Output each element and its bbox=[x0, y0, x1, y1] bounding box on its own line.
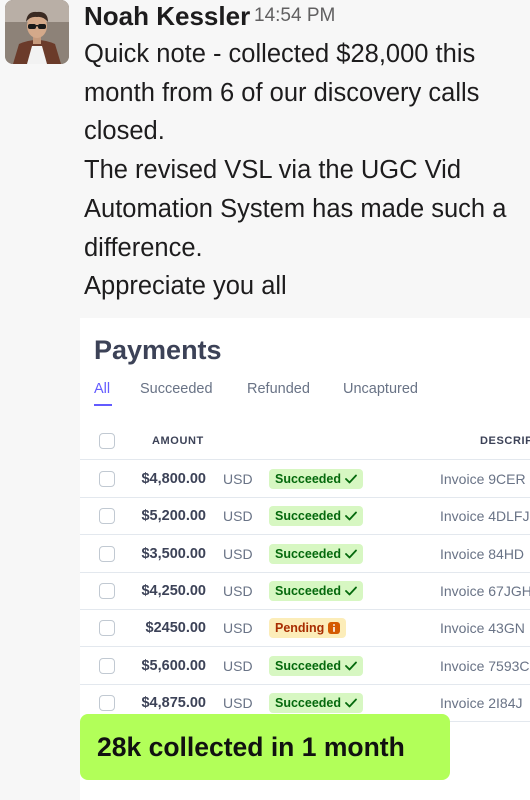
row-amount: $4,875.00 bbox=[141, 694, 206, 711]
tab-uncaptured[interactable]: Uncaptured bbox=[343, 380, 418, 398]
row-checkbox[interactable] bbox=[99, 471, 115, 487]
check-icon bbox=[345, 661, 357, 671]
check-icon bbox=[345, 511, 357, 521]
tab-succeeded[interactable]: Succeeded bbox=[140, 380, 213, 398]
status-badge: Succeeded bbox=[269, 543, 364, 564]
row-currency: USD bbox=[223, 508, 253, 525]
message-author[interactable]: Noah Kessler bbox=[84, 0, 250, 32]
highlight-banner: 28k collected in 1 month bbox=[80, 714, 450, 780]
status-label: Succeeded bbox=[275, 583, 342, 598]
table-row[interactable]: $2450.00 USD Pending Invoice 43GN bbox=[80, 610, 530, 648]
row-amount: $5,600.00 bbox=[141, 657, 206, 674]
page-title: Payments bbox=[94, 335, 222, 365]
check-icon bbox=[345, 549, 357, 559]
row-amount: $5,200.00 bbox=[141, 508, 206, 525]
row-currency: USD bbox=[223, 582, 253, 599]
status-badge: Succeeded bbox=[269, 506, 364, 527]
table-header: AMOUNT DESCRIP bbox=[80, 422, 530, 460]
message-line: Automation System has made such a bbox=[84, 194, 507, 223]
table-row[interactable]: $5,600.00 USD Succeeded Invoice 7593C bbox=[80, 648, 530, 685]
row-checkbox[interactable] bbox=[99, 694, 115, 711]
status-badge: Succeeded bbox=[269, 469, 364, 489]
status-label: Succeeded bbox=[275, 472, 342, 486]
status-badge: Pending bbox=[269, 618, 347, 639]
row-checkbox[interactable] bbox=[99, 545, 115, 562]
tab-refunded[interactable]: Refunded bbox=[247, 380, 310, 398]
message-line: Appreciate you all bbox=[84, 272, 287, 301]
row-currency: USD bbox=[223, 471, 253, 487]
row-currency: USD bbox=[223, 545, 253, 562]
status-badge: Succeeded bbox=[269, 580, 364, 601]
message-line: difference. bbox=[84, 233, 203, 262]
row-amount: $4,250.00 bbox=[141, 582, 206, 599]
row-amount: $4,800.00 bbox=[141, 471, 206, 487]
message-line: closed. bbox=[84, 117, 165, 146]
row-amount: $2450.00 bbox=[145, 620, 206, 637]
row-currency: USD bbox=[223, 694, 253, 711]
payments-tabs: All Succeeded Refunded Uncaptured bbox=[94, 380, 530, 410]
message-timestamp[interactable]: 14:54 PM bbox=[254, 5, 335, 27]
row-checkbox[interactable] bbox=[99, 620, 115, 637]
check-icon bbox=[345, 586, 357, 596]
table-row[interactable]: $3,500.00 USD Succeeded Invoice 84HD bbox=[80, 536, 530, 573]
row-description[interactable]: Invoice 4DLFJ bbox=[440, 508, 529, 525]
tab-all[interactable]: All bbox=[94, 380, 110, 398]
status-label: Succeeded bbox=[275, 658, 342, 673]
highlight-text: 28k collected in 1 month bbox=[97, 732, 405, 762]
row-checkbox[interactable] bbox=[99, 582, 115, 599]
info-icon bbox=[328, 622, 341, 635]
table-row[interactable]: $4,800.00 USD Succeeded Invoice 9CER bbox=[80, 461, 530, 498]
status-badge: Succeeded bbox=[269, 692, 364, 713]
status-label: Succeeded bbox=[275, 695, 342, 710]
active-tab-indicator bbox=[94, 404, 112, 406]
check-icon bbox=[345, 698, 357, 708]
row-currency: USD bbox=[223, 657, 253, 674]
row-description[interactable]: Invoice 2I84J bbox=[440, 695, 523, 712]
avatar[interactable] bbox=[5, 0, 69, 64]
user-photo bbox=[5, 0, 69, 64]
column-header-description[interactable]: DESCRIP bbox=[480, 435, 530, 448]
status-label: Succeeded bbox=[275, 546, 342, 561]
message-line: month from 6 of our discovery calls bbox=[84, 78, 480, 107]
status-label: Pending bbox=[275, 621, 325, 636]
status-label: Succeeded bbox=[275, 509, 342, 524]
table-row[interactable]: $4,250.00 USD Succeeded Invoice 67JGH bbox=[80, 573, 530, 610]
row-description[interactable]: Invoice 7593C bbox=[440, 658, 530, 675]
row-description[interactable]: Invoice 84HD bbox=[440, 546, 524, 563]
row-description[interactable]: Invoice 67JGH bbox=[440, 583, 530, 600]
row-checkbox[interactable] bbox=[99, 508, 115, 525]
check-icon bbox=[345, 474, 357, 484]
message-body: Quick note - collected $28,000 this mont… bbox=[84, 35, 524, 306]
select-all-checkbox[interactable] bbox=[99, 433, 115, 449]
table-row[interactable]: $5,200.00 USD Succeeded Invoice 4DLFJ bbox=[80, 498, 530, 536]
row-description[interactable]: Invoice 9CER bbox=[440, 471, 526, 488]
message-line: Quick note - collected $28,000 this bbox=[84, 40, 476, 68]
row-description[interactable]: Invoice 43GN bbox=[440, 620, 525, 637]
status-badge: Succeeded bbox=[269, 655, 364, 676]
message-line: The revised VSL via the UGC Vid bbox=[84, 156, 462, 185]
row-currency: USD bbox=[223, 620, 253, 637]
row-checkbox[interactable] bbox=[99, 657, 115, 674]
column-header-amount[interactable]: AMOUNT bbox=[152, 435, 204, 448]
row-amount: $3,500.00 bbox=[141, 545, 206, 562]
